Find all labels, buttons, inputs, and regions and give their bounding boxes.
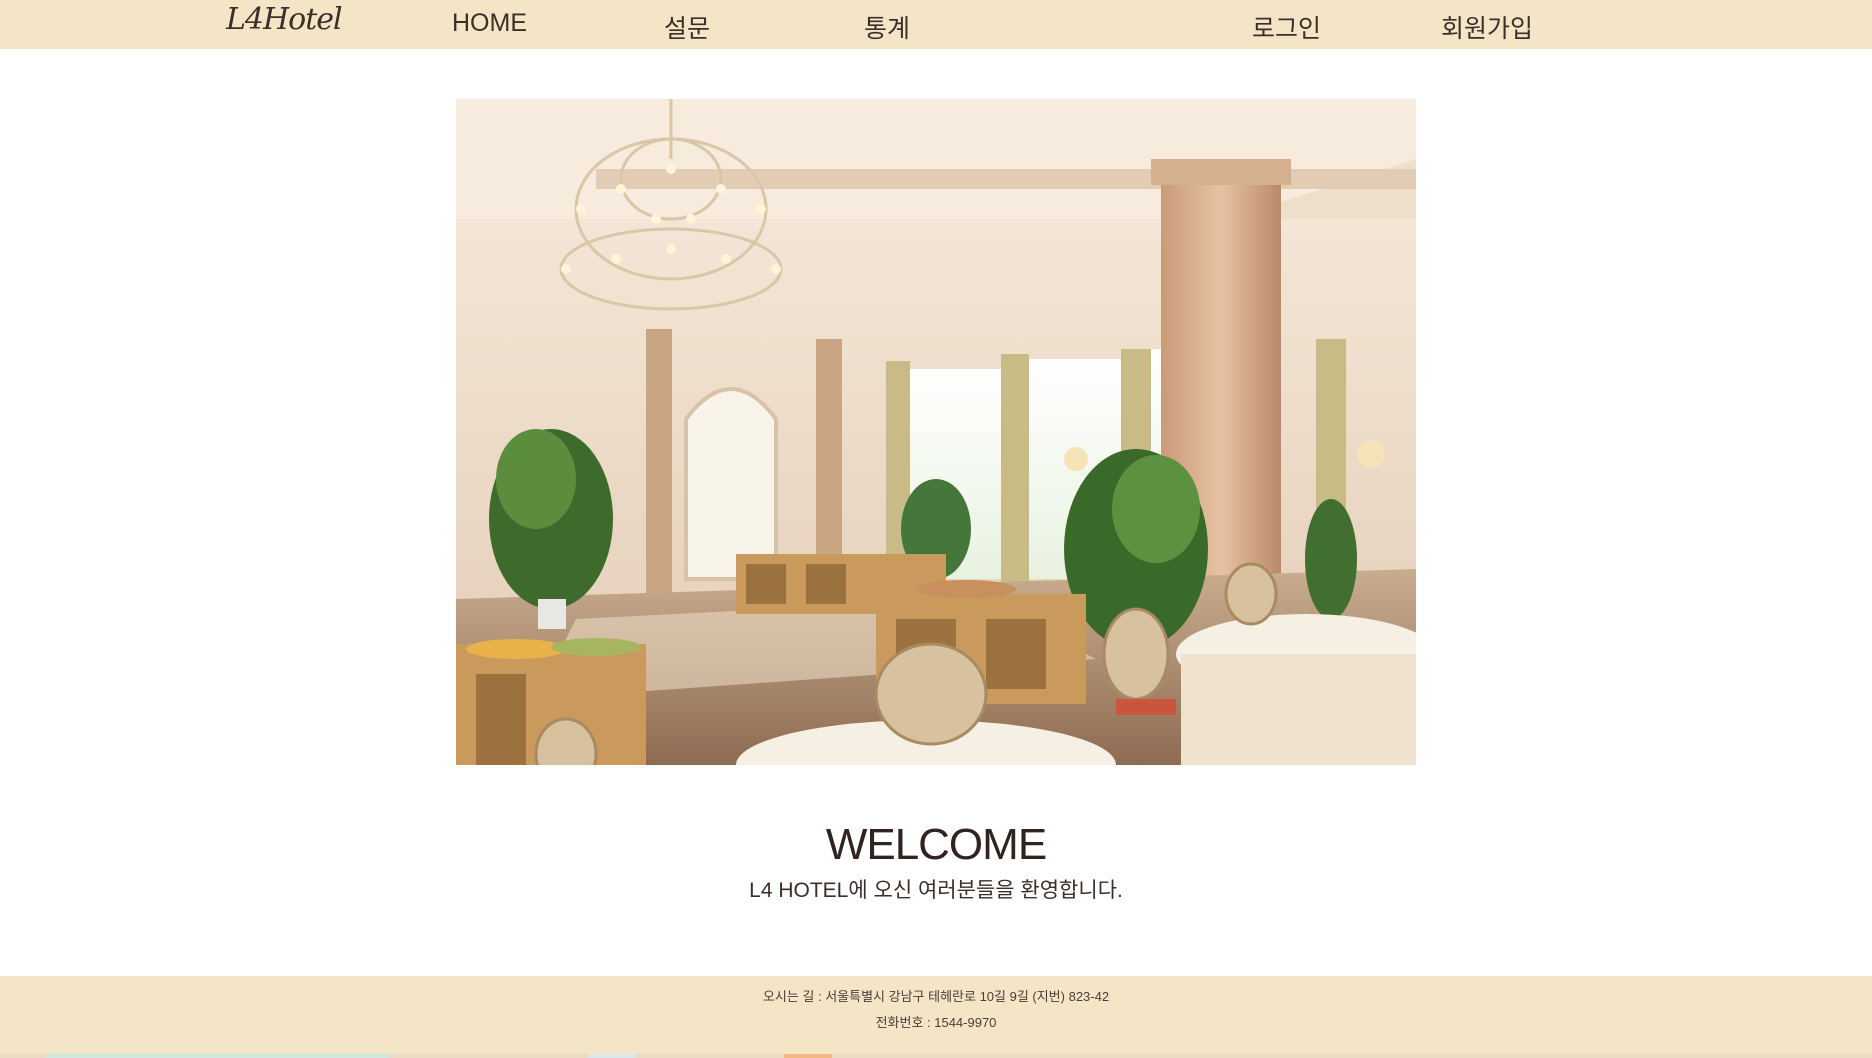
- nav-signup-link[interactable]: 회원가입: [1441, 9, 1533, 45]
- top-navigation-bar: L4Hotel HOME 설문 통계 로그인 회원가입: [0, 0, 1872, 49]
- site-footer: 오시는 길 : 서울특별시 강남구 테헤란로 10길 9길 (지번) 823-4…: [0, 976, 1872, 1058]
- nav-survey-link[interactable]: 설문: [664, 9, 710, 45]
- footer-address: 오시는 길 : 서울특별시 강남구 테헤란로 10길 9길 (지번) 823-4…: [762, 989, 1110, 1004]
- site-logo[interactable]: L4Hotel: [226, 2, 343, 37]
- nav-login-link[interactable]: 로그인: [1252, 9, 1321, 45]
- welcome-subtitle: L4 HOTEL에 오신 여러분들을 환영합니다.: [749, 879, 1123, 902]
- hotel-lobby-image: [456, 99, 1416, 765]
- footer-phone: 전화번호 : 1544-9970: [875, 1015, 997, 1030]
- nav-home-link[interactable]: HOME: [452, 9, 527, 38]
- strip-segment: [784, 1054, 832, 1058]
- strip-segment: [588, 1054, 636, 1058]
- hotel-lobby-illustration: [456, 99, 1416, 765]
- welcome-title: WELCOME: [825, 820, 1047, 869]
- strip-segment: [46, 1054, 390, 1058]
- nav-stats-link[interactable]: 통계: [864, 9, 910, 45]
- footer-strip: [0, 1054, 1872, 1058]
